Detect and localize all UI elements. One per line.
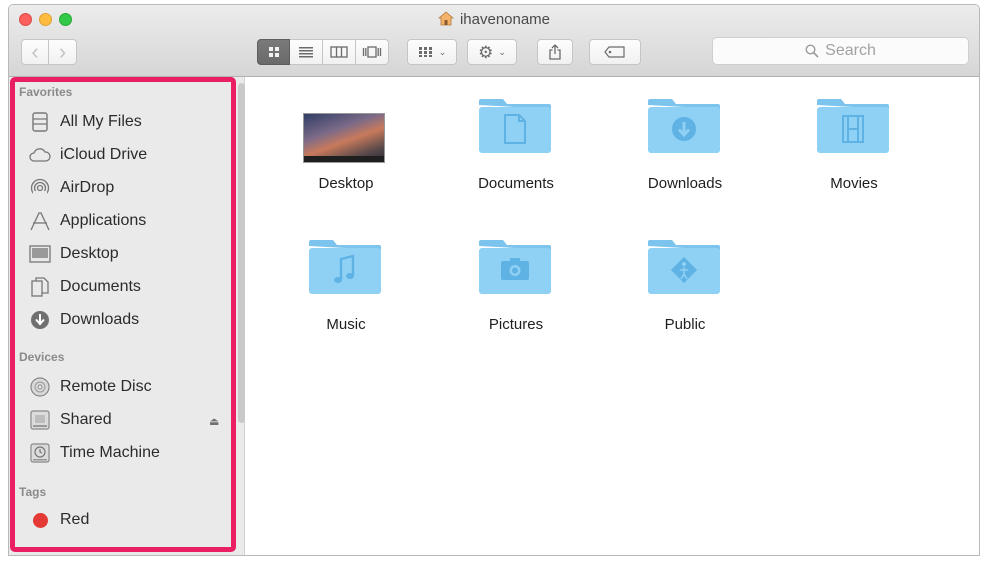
file-label: Desktop	[318, 175, 374, 192]
sidebar-item-label: Time Machine	[60, 444, 160, 461]
sidebar-item-shared[interactable]: Shared	[29, 408, 112, 432]
downloads-icon	[29, 309, 51, 331]
sidebar-item-label: Applications	[60, 212, 147, 229]
sidebar-item-remote-disc[interactable]: Remote Disc	[29, 375, 152, 399]
folder-public-icon	[640, 232, 730, 302]
file-item-movies[interactable]: Movies	[779, 91, 929, 193]
eject-icon[interactable]: ⏏	[209, 415, 219, 428]
file-label: Movies	[830, 175, 878, 192]
list-view-button[interactable]	[290, 39, 323, 65]
applications-icon	[29, 210, 51, 232]
file-browser: Desktop Documents Downloads Movies Music…	[246, 77, 979, 555]
window-title: ihavenoname	[9, 11, 979, 29]
sidebar-item-label: All My Files	[60, 113, 142, 130]
sidebar-item-label: Remote Disc	[60, 378, 152, 395]
file-item-documents[interactable]: Documents	[441, 91, 591, 193]
cloud-icon	[29, 144, 51, 166]
file-label: Public	[664, 316, 706, 333]
arrange-grid-icon	[418, 47, 432, 57]
chevron-down-icon: ⌄	[498, 46, 506, 57]
file-item-pictures[interactable]: Pictures	[441, 232, 591, 334]
share-button[interactable]	[537, 39, 573, 65]
red-tag-icon	[29, 509, 51, 531]
window-title-text: ihavenoname	[459, 11, 551, 28]
sidebar-item-label: Shared	[60, 411, 112, 428]
sidebar-item-label: iCloud Drive	[60, 146, 148, 163]
file-label: Music	[326, 316, 366, 333]
arrange-button[interactable]: ⌄	[407, 39, 457, 65]
desktop-thumbnail-icon	[301, 91, 391, 163]
disc-icon	[29, 376, 51, 398]
file-label: Downloads	[647, 175, 723, 192]
documents-icon	[29, 276, 51, 298]
chevron-down-icon: ⌄	[438, 46, 447, 57]
sidebar-item-applications[interactable]: Applications	[29, 209, 146, 233]
sidebar-item-airdrop[interactable]: AirDrop	[29, 176, 114, 200]
tags-heading: Tags	[19, 485, 47, 499]
tag-icon	[604, 46, 625, 58]
chevron-right-icon: ›	[58, 39, 67, 64]
forward-button[interactable]: ›	[49, 39, 77, 65]
search-placeholder: Search	[825, 42, 876, 59]
all-files-icon	[29, 111, 51, 133]
share-icon	[549, 44, 561, 60]
gear-icon: ⚙	[478, 42, 494, 62]
folder-downloads-icon	[640, 91, 730, 161]
airdrop-icon	[29, 177, 51, 199]
chevron-left-icon: ‹	[31, 39, 39, 64]
home-icon	[437, 11, 455, 31]
sidebar-item-desktop[interactable]: Desktop	[29, 242, 119, 266]
action-button[interactable]: ⚙ ⌄	[467, 39, 517, 65]
sidebar-item-label: AirDrop	[60, 179, 115, 196]
edit-tags-button[interactable]	[589, 39, 641, 65]
column-view-button[interactable]	[323, 39, 356, 65]
cover-flow-button[interactable]	[356, 39, 389, 65]
favorites-heading: Favorites	[19, 85, 73, 99]
sidebar-item-downloads[interactable]: Downloads	[29, 308, 139, 332]
sidebar-scrollbar[interactable]	[238, 83, 245, 423]
file-item-music[interactable]: Music	[271, 232, 421, 334]
desktop-icon	[29, 243, 51, 265]
file-item-desktop[interactable]: Desktop	[271, 91, 421, 193]
search-field[interactable]: Search	[712, 37, 969, 65]
sidebar-item-label: Red	[60, 511, 90, 528]
folder-pictures-icon	[471, 232, 561, 302]
finder-window: ihavenoname ‹ › ⌄ ⚙ ⌄ Search Favorites A…	[8, 4, 980, 556]
folder-documents-icon	[471, 91, 561, 161]
view-mode-group	[257, 39, 389, 65]
time-machine-icon	[29, 442, 51, 464]
list-view-icon	[299, 47, 313, 58]
folder-movies-icon	[809, 91, 899, 161]
file-label: Pictures	[488, 316, 544, 333]
sidebar-item-icloud-drive[interactable]: iCloud Drive	[29, 143, 147, 167]
devices-heading: Devices	[19, 350, 65, 364]
search-icon	[805, 44, 819, 58]
icon-view-button[interactable]	[257, 39, 290, 65]
cover-flow-icon	[362, 46, 382, 58]
sidebar-item-tag-red[interactable]: Red	[29, 508, 89, 532]
column-view-icon	[330, 46, 348, 58]
sidebar-item-time-machine[interactable]: Time Machine	[29, 441, 160, 465]
sidebar-item-documents[interactable]: Documents	[29, 275, 141, 299]
back-button[interactable]: ‹	[21, 39, 49, 65]
icon-view-icon	[268, 47, 279, 57]
sidebar-item-label: Documents	[60, 278, 141, 295]
sidebar-item-all-my-files[interactable]: All My Files	[29, 110, 142, 134]
sidebar-item-label: Downloads	[60, 311, 140, 328]
file-item-public[interactable]: Public	[610, 232, 760, 334]
sidebar-item-label: Desktop	[60, 245, 119, 262]
file-label: Documents	[478, 175, 554, 192]
file-item-downloads[interactable]: Downloads	[610, 91, 760, 193]
toolbar: ihavenoname ‹ › ⌄ ⚙ ⌄ Search	[9, 5, 979, 77]
shared-icon	[29, 409, 51, 431]
folder-music-icon	[301, 232, 391, 302]
